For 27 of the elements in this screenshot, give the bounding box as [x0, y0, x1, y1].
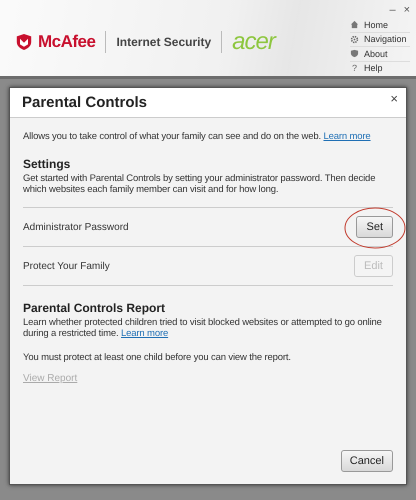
intro-text: Allows you to take control of what your family can see and do on the web. Learn more	[23, 131, 372, 142]
nav-link[interactable]: Navigation	[350, 32, 410, 47]
setting-label: Protect Your Family	[23, 260, 110, 272]
nav-link[interactable]: ? Help	[350, 62, 410, 75]
minimize-button[interactable]: –	[389, 4, 396, 18]
section-heading: Settings	[23, 157, 72, 171]
nav-link[interactable]: About	[350, 47, 410, 62]
learn-more-link[interactable]: Learn more	[323, 131, 371, 142]
nav-link[interactable]: Home	[350, 18, 410, 32]
learn-more-link[interactable]: Learn more	[121, 328, 168, 339]
shield-logo-icon	[16, 33, 32, 51]
close-button[interactable]: ×	[390, 91, 398, 106]
section-heading: Parental Controls Report	[23, 301, 166, 315]
product-name: Internet Security	[116, 35, 212, 49]
cancel-button[interactable]: Cancel	[340, 450, 393, 472]
home-icon	[350, 20, 359, 30]
report-note: You must protect at least one child before you can view the report.	[23, 352, 292, 363]
partner-logo: acer	[232, 28, 275, 56]
brand-name: McAfee	[38, 32, 96, 52]
dialog-title: Parental Controls	[22, 94, 148, 111]
settings-description: Get started with Parental Controls by setting your administrator password. Then decide which websites each family member can visit and for how long.	[23, 173, 376, 195]
report-description: Learn whether protected children tried to visit blocked websites or attempted to go online during a restricted time. Learn more	[23, 317, 383, 339]
close-button[interactable]: ×	[404, 4, 410, 18]
shield-icon	[350, 49, 359, 58]
setting-label: Administrator Password	[23, 222, 129, 232]
gear-icon	[350, 34, 359, 44]
setting-button[interactable]: Set	[356, 216, 393, 238]
